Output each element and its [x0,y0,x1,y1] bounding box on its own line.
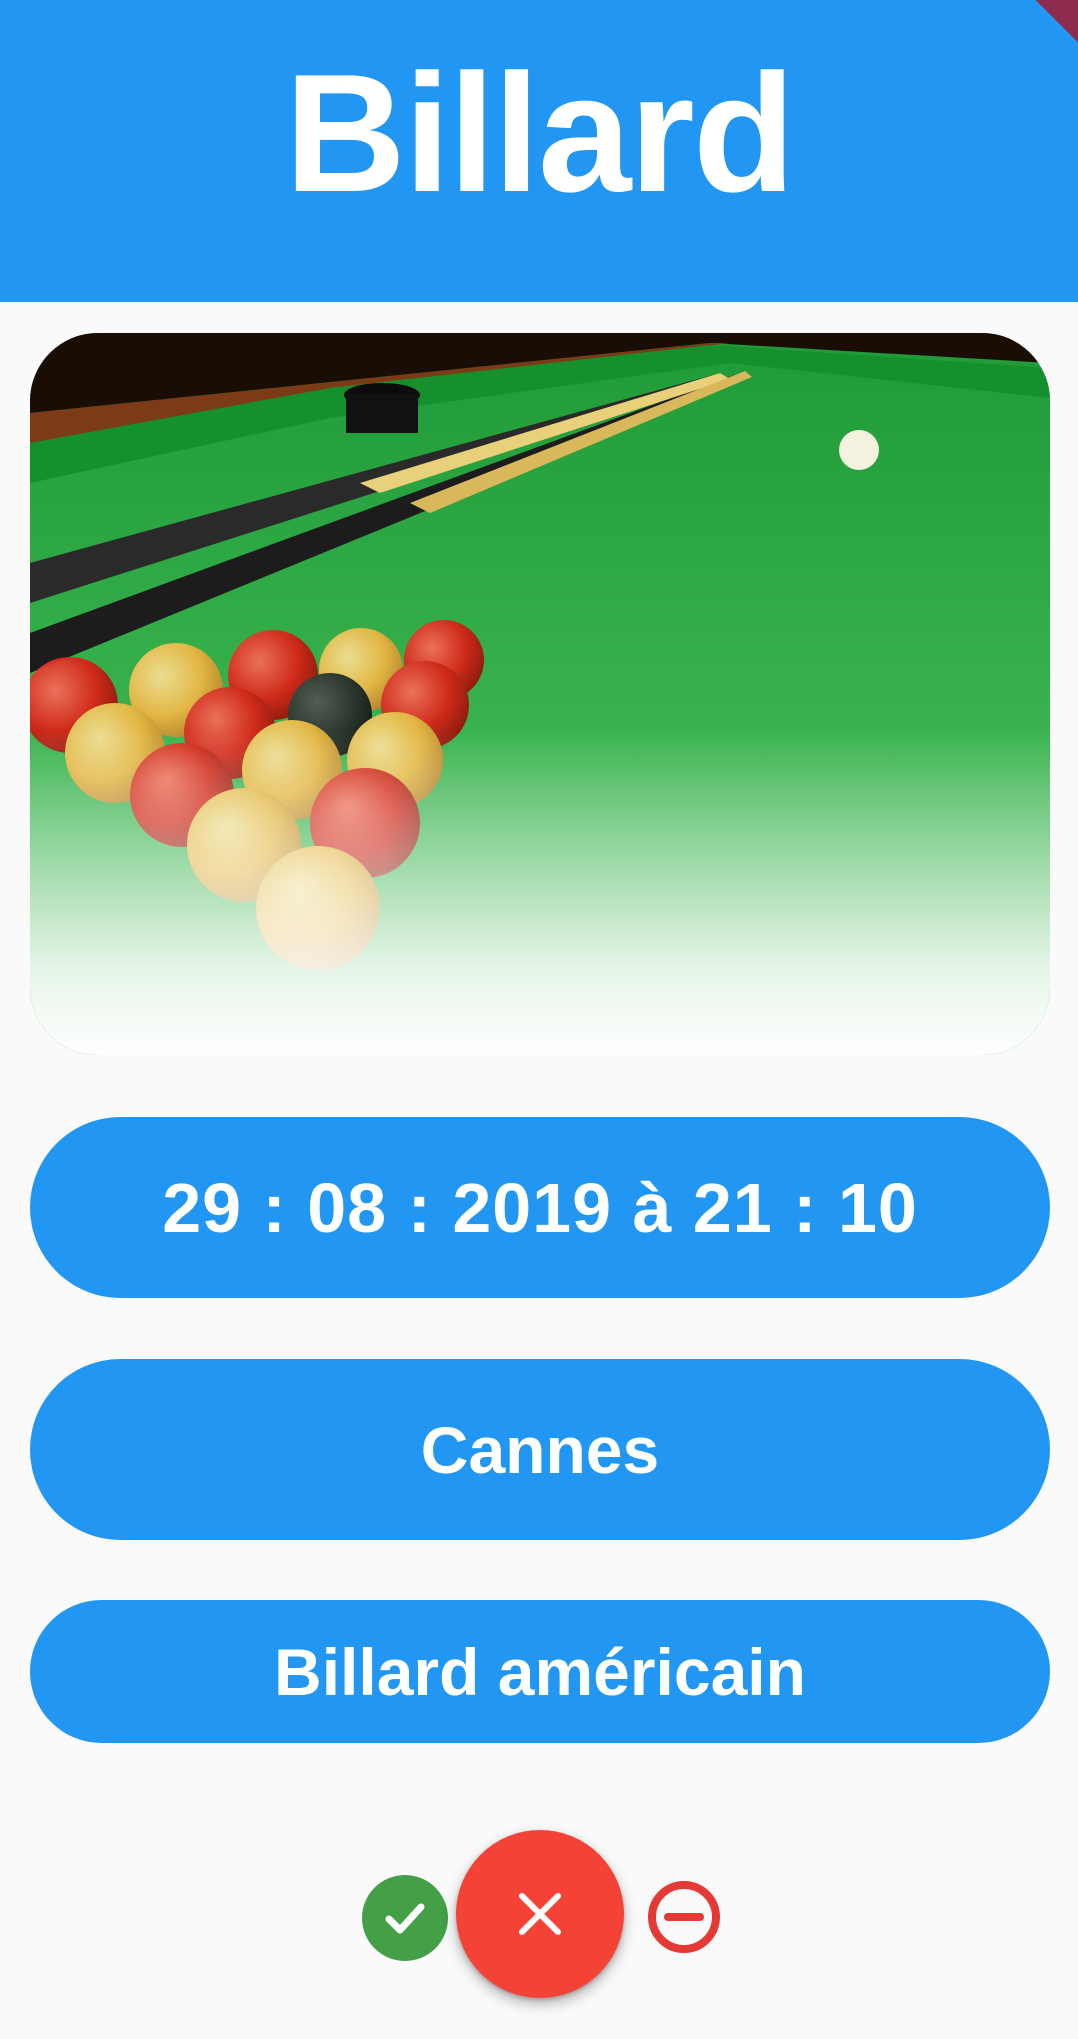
event-datetime-label: 29 : 08 : 2019 à 21 : 10 [162,1168,918,1247]
debug-banner [1035,0,1078,43]
event-type-button[interactable]: Billard américain [30,1600,1050,1743]
event-type-label: Billard américain [274,1634,806,1709]
event-datetime-button[interactable]: 29 : 08 : 2019 à 21 : 10 [30,1117,1050,1298]
check-circle-icon [385,1903,425,1934]
minus-circle-icon [648,1881,720,1953]
close-icon [519,1893,561,1935]
event-city-button[interactable]: Cannes [30,1359,1050,1540]
action-bar [0,1820,1078,2000]
remove-button[interactable] [641,1874,727,1960]
reject-button[interactable] [456,1830,624,1998]
event-city-label: Cannes [420,1412,660,1487]
hero-image [30,333,1050,1055]
accept-button[interactable] [362,1875,448,1961]
app-bar: Billard [0,0,1078,302]
page-title: Billard [284,38,796,227]
